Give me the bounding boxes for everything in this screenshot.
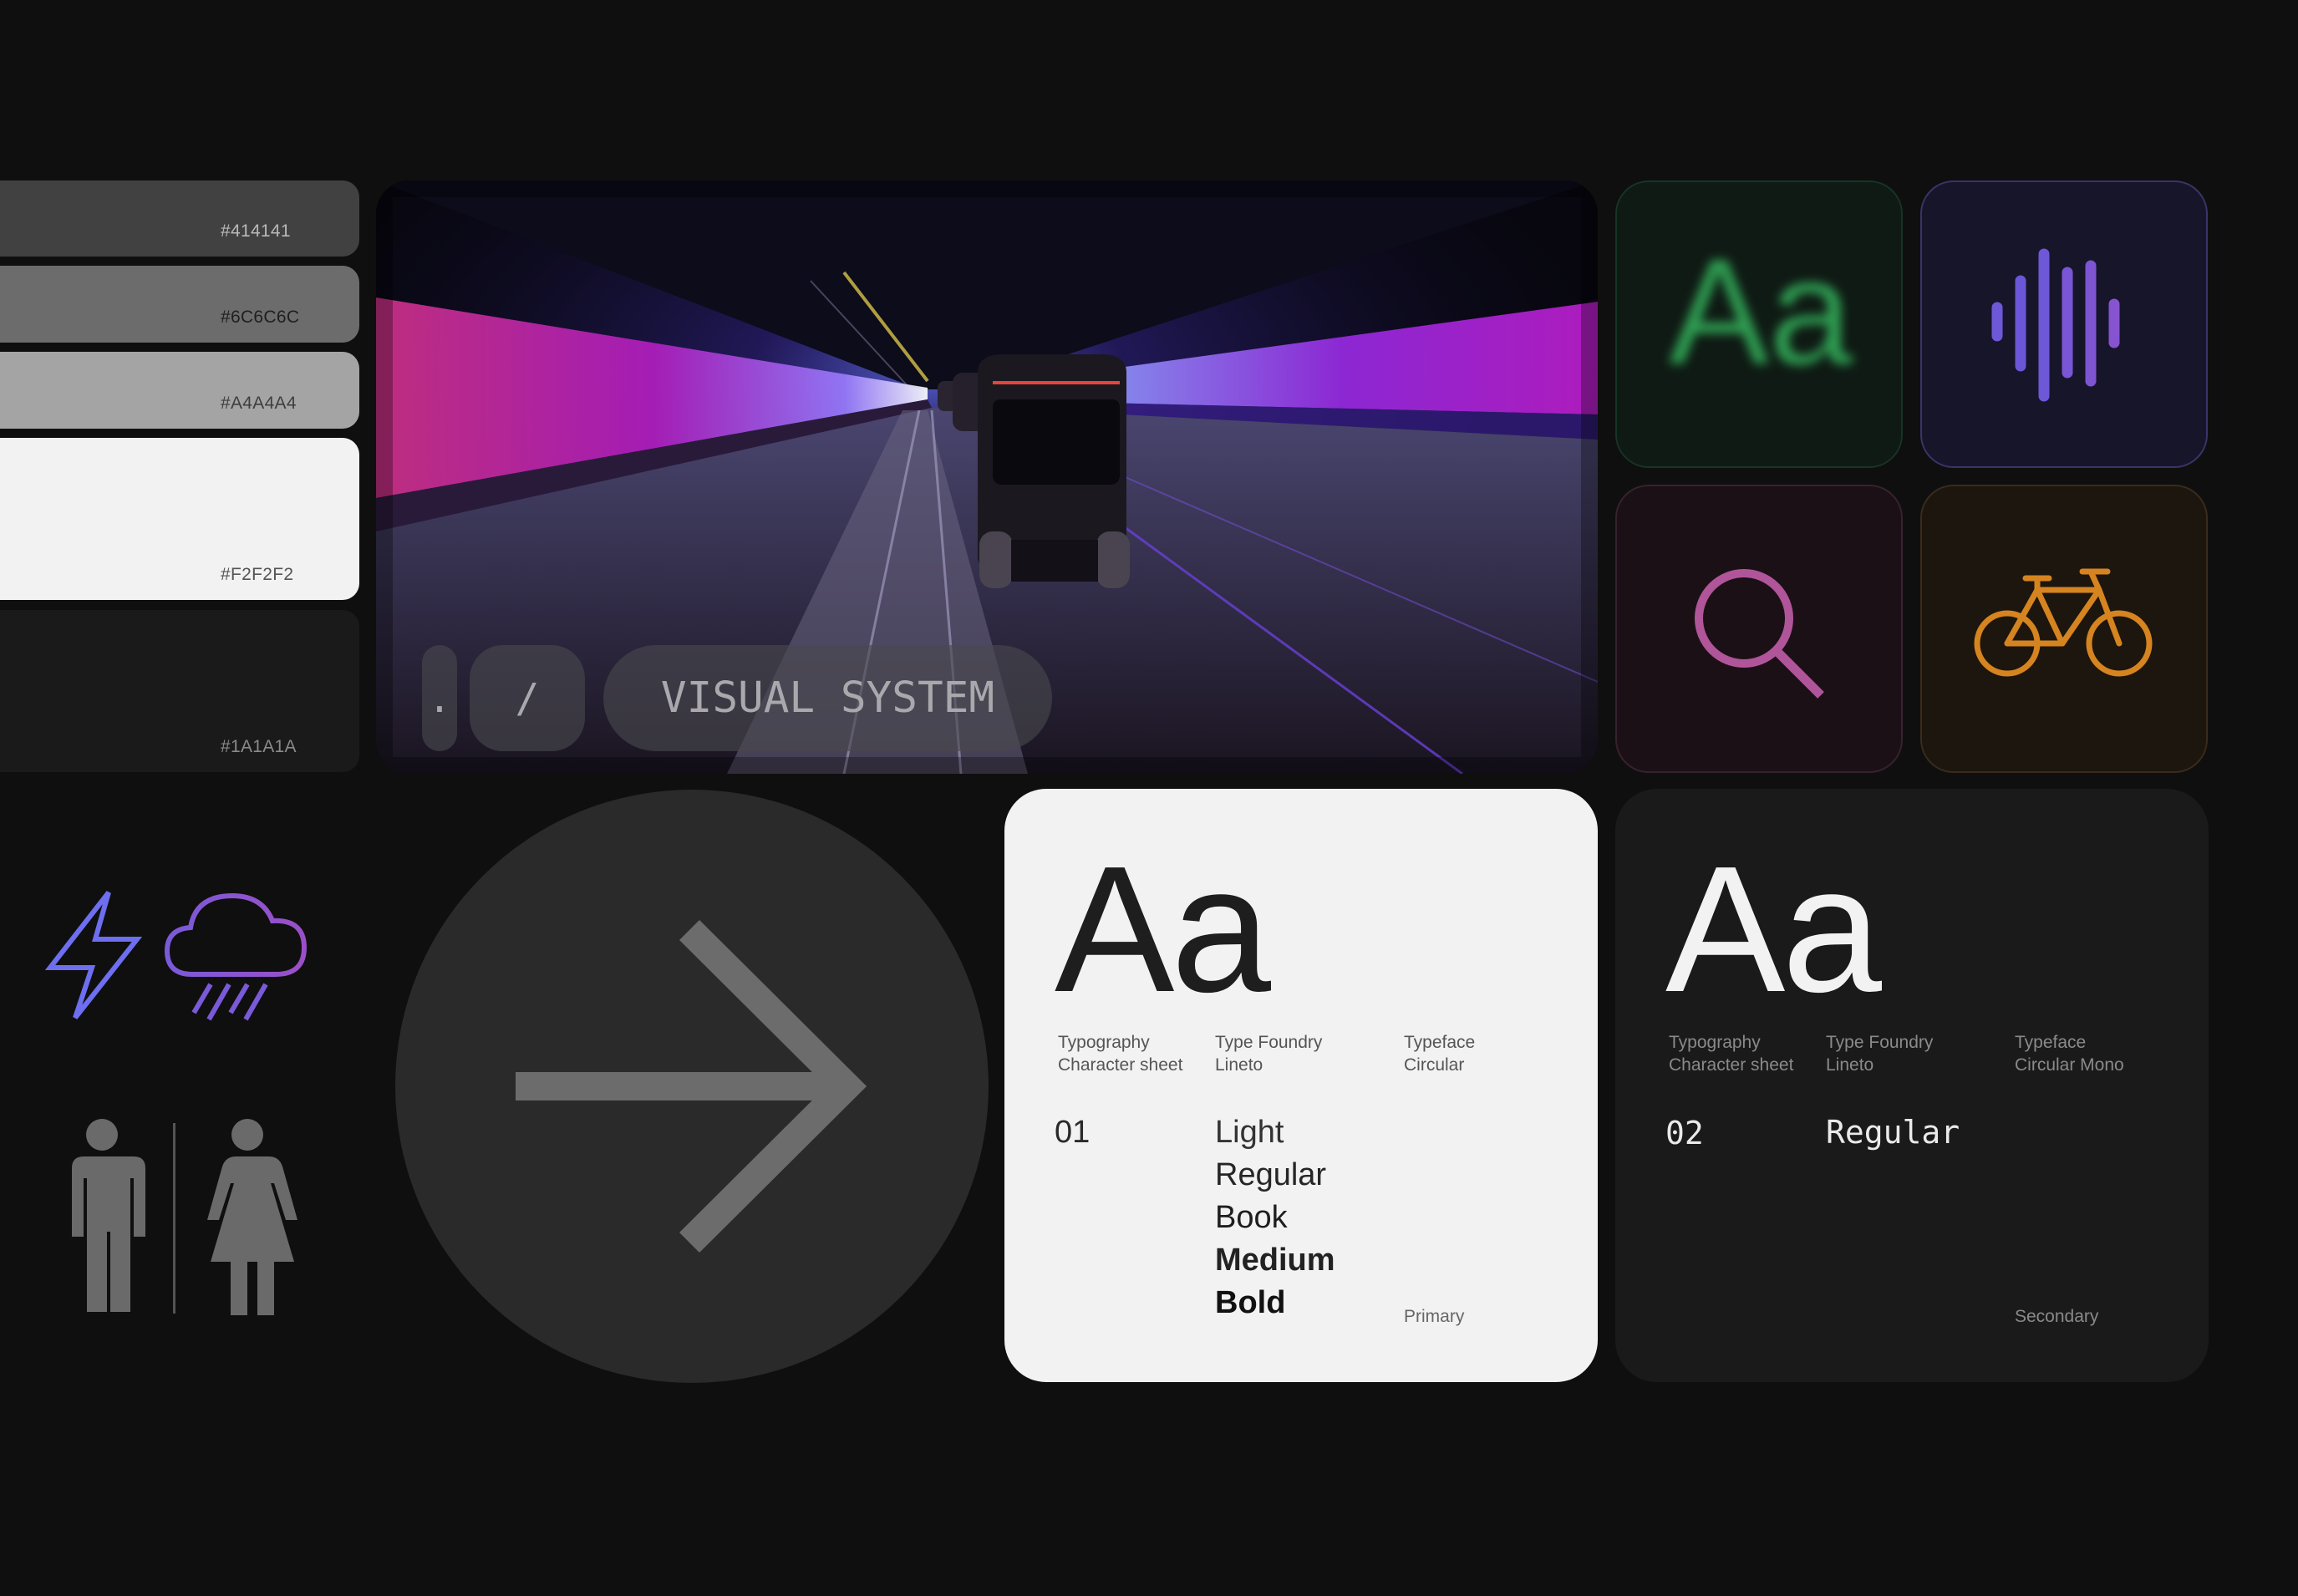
swatch-6c6c6c: #6C6C6C <box>0 266 359 343</box>
weight-medium: Medium <box>1215 1243 1335 1278</box>
meta-foundry: Type Foundry Lineto <box>1215 1031 1322 1076</box>
meta-label: Typeface <box>1404 1033 1476 1052</box>
visual-system-label: VISUAL SYSTEM <box>660 673 995 723</box>
typography-card-secondary: Aa Typography Character sheet Type Found… <box>1615 789 2209 1382</box>
meta-value: Lineto <box>1826 1055 1874 1075</box>
weight-regular: Regular <box>1826 1114 1960 1151</box>
meta-value: Character sheet <box>1058 1055 1183 1075</box>
role-label: Secondary <box>2015 1307 2099 1326</box>
swatch-1a1a1a: #1A1A1A <box>0 610 359 772</box>
meta-label: Typography <box>1669 1033 1761 1052</box>
meta-value: Circular Mono <box>2015 1055 2124 1075</box>
type-sample-aa: Aa <box>1055 828 1271 1029</box>
swatch-code: #1A1A1A <box>221 737 297 756</box>
rain-cloud-icon <box>164 892 308 1021</box>
meta-value: Circular <box>1404 1055 1465 1075</box>
meta-label: Typeface <box>2015 1033 2087 1052</box>
font-weights-list: Light Regular Book Medium Bold <box>1215 1111 1335 1324</box>
font-number: 01 <box>1055 1115 1091 1150</box>
meta-typeface: Typeface Circular Mono <box>2015 1031 2124 1076</box>
search-icon-tile <box>1615 485 1903 773</box>
weight-light: Light <box>1215 1115 1284 1150</box>
type-sample-aa: Aa <box>1665 828 1882 1029</box>
swatch-code: #F2F2F2 <box>221 565 294 584</box>
arrow-right-icon <box>516 919 867 1253</box>
meta-label: Type Foundry <box>1826 1033 1934 1052</box>
font-weights-list: Regular <box>1826 1111 1960 1154</box>
visual-system-pill: VISUAL SYSTEM <box>603 645 1052 751</box>
bicycle-icon <box>1974 568 2153 677</box>
sound-icon-tile <box>1920 180 2208 468</box>
weight-regular: Regular <box>1215 1157 1327 1192</box>
swatch-code: #A4A4A4 <box>221 394 297 413</box>
swatch-414141: #414141 <box>0 180 359 257</box>
type-icon-tile: Aa <box>1615 180 1903 468</box>
man-icon <box>70 1119 145 1312</box>
meta-value: Lineto <box>1215 1055 1263 1075</box>
search-icon <box>1695 569 1824 699</box>
weight-bold: Bold <box>1215 1285 1286 1320</box>
meta-foundry: Type Foundry Lineto <box>1826 1031 1933 1076</box>
slash-label: / <box>515 674 540 722</box>
meta-typography: Typography Character sheet <box>1669 1031 1793 1076</box>
meta-value: Character sheet <box>1669 1055 1794 1075</box>
woman-icon <box>207 1119 297 1315</box>
weight-book: Book <box>1215 1200 1288 1235</box>
blurred-aa-glyph: Aa <box>1668 228 1853 396</box>
role-label: Primary <box>1404 1307 1465 1326</box>
meta-label: Type Foundry <box>1215 1033 1323 1052</box>
pictogram-divider <box>173 1123 175 1314</box>
dot-pill: . <box>422 645 457 751</box>
lightning-icon <box>44 891 143 1019</box>
swatch-code: #6C6C6C <box>221 308 300 327</box>
meta-typography: Typography Character sheet <box>1058 1031 1182 1076</box>
sound-wave-icon <box>1991 248 2120 402</box>
dot-label: . <box>428 675 451 721</box>
swatch-f2f2f2: #F2F2F2 <box>0 438 359 600</box>
arrow-circle <box>395 790 989 1383</box>
slash-pill: / <box>470 645 585 751</box>
typography-card-primary: Aa Typography Character sheet Type Found… <box>1004 789 1598 1382</box>
bicycle-icon-tile <box>1920 485 2208 773</box>
swatch-a4a4a4: #A4A4A4 <box>0 352 359 429</box>
swatch-code: #414141 <box>221 221 291 241</box>
meta-typeface: Typeface Circular <box>1404 1031 1475 1076</box>
font-number: 02 <box>1665 1115 1704 1151</box>
meta-label: Typography <box>1058 1033 1150 1052</box>
